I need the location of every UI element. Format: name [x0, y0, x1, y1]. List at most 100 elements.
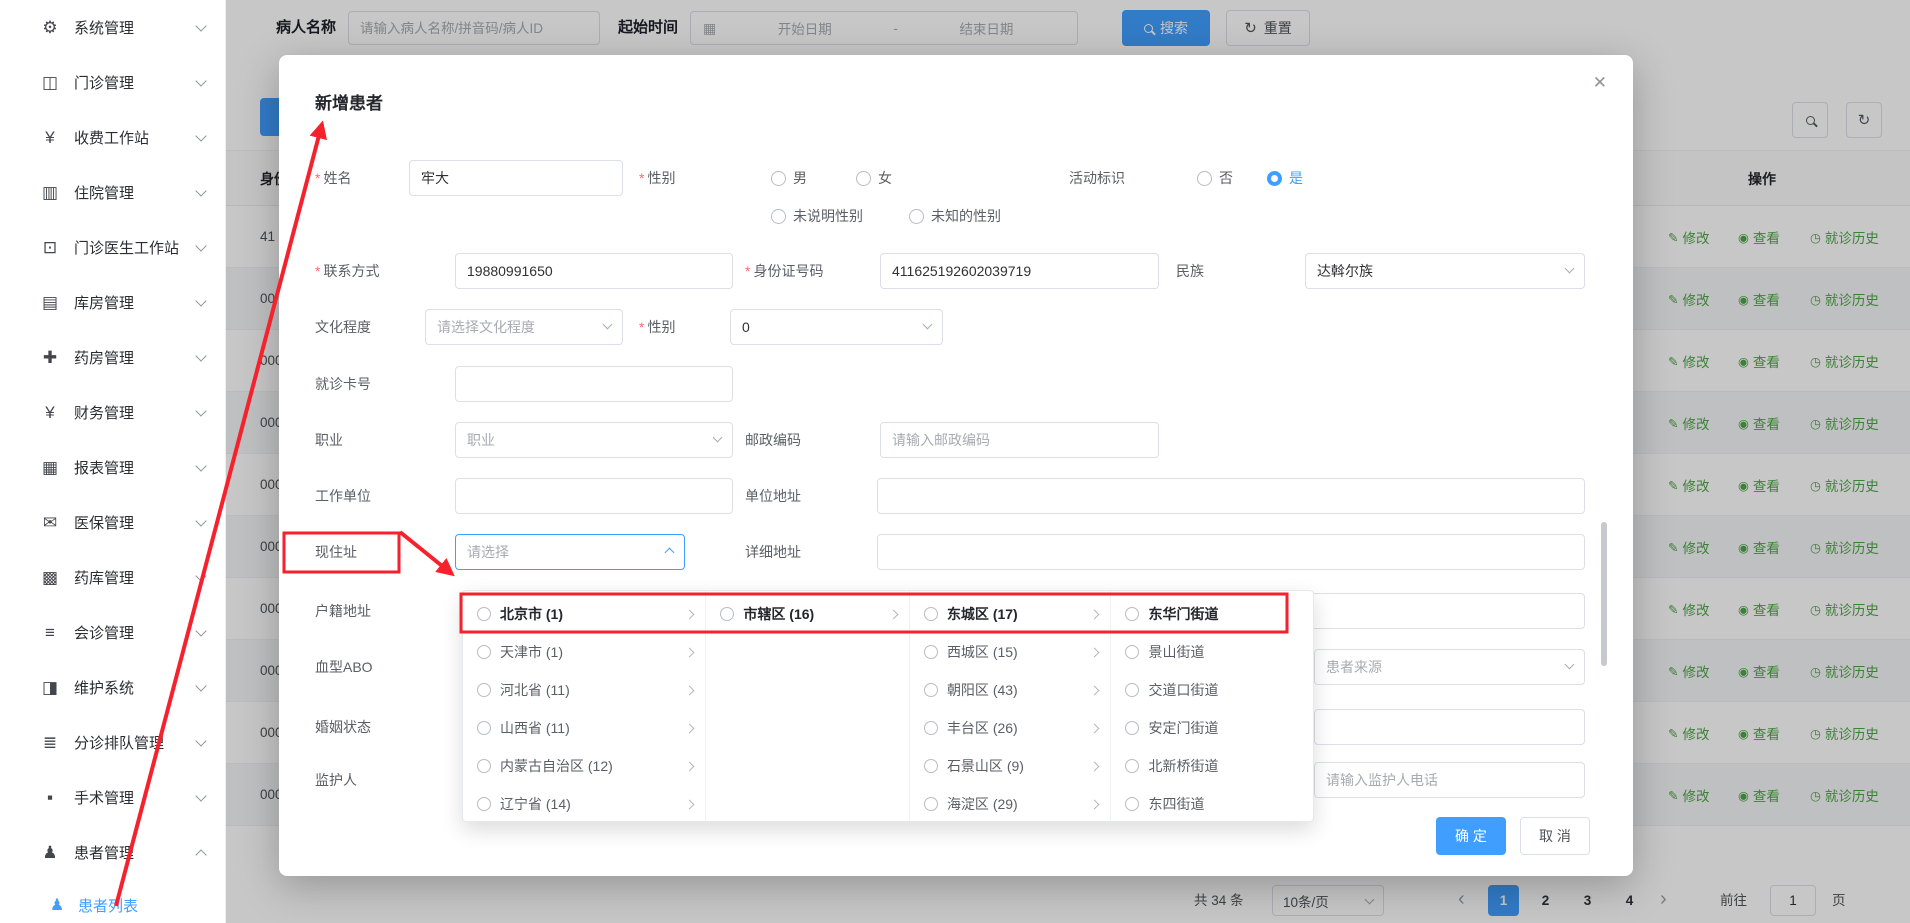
sidebar-item-triage-queue-management[interactable]: ≣ 分诊排队管理 [0, 715, 225, 770]
radio-icon [477, 721, 491, 735]
cascader-option-label: 天津市 (1) [500, 642, 677, 662]
cancel-button-label: 取 消 [1539, 826, 1571, 846]
sidebar-item-surgery-management[interactable]: ▪ 手术管理 [0, 770, 225, 825]
label-text: 现住址 [315, 544, 357, 560]
sidebar-item-consultation-management[interactable]: ≡ 会诊管理 [0, 605, 225, 660]
chevron-down-icon [195, 295, 206, 306]
detail-address-input[interactable] [877, 534, 1585, 570]
patient-source-select[interactable]: 患者来源 [1314, 649, 1585, 685]
radio-icon [924, 645, 938, 659]
gender-select[interactable]: 0 [730, 309, 943, 345]
cascader-option-shijingshan[interactable]: 石景山区 (9) [910, 747, 1111, 785]
cascader-option-fengtai[interactable]: 丰台区 (26) [910, 709, 1111, 747]
cascader-option-jingshan[interactable]: 景山街道 [1111, 633, 1313, 671]
postal-code-input[interactable] [880, 422, 1159, 458]
select-value: 0 [742, 319, 750, 335]
sidebar-item-label: 收费工作站 [74, 127, 189, 148]
sidebar-item-pharmacy-management[interactable]: ✚ 药房管理 [0, 330, 225, 385]
gender-radio-male[interactable]: 男 [771, 160, 807, 196]
label-text: 姓名 [323, 170, 351, 186]
chevron-right-icon [1090, 761, 1100, 771]
cascader-option-label: 石景山区 (9) [947, 756, 1083, 776]
confirm-button[interactable]: 确 定 [1436, 817, 1506, 855]
visit-card-input[interactable] [455, 366, 733, 402]
label-text: 活动标识 [1069, 170, 1125, 186]
cascader-option-label: 内蒙古自治区 (12) [500, 756, 677, 776]
cascader-option-donghuamen[interactable]: 东华门街道 [1111, 595, 1313, 633]
guardian-phone-input[interactable] [1314, 762, 1585, 798]
sidebar-item-outpatient-doctor-workstation[interactable]: ⊡ 门诊医生工作站 [0, 220, 225, 275]
sidebar-item-warehouse-management[interactable]: ▤ 库房管理 [0, 275, 225, 330]
gender-radio-unknown[interactable]: 未知的性别 [909, 198, 1001, 234]
sidebar-item-outpatient-management[interactable]: ◫ 门诊管理 [0, 55, 225, 110]
gender-field-label: *性别 [639, 160, 675, 196]
marital-status-input[interactable] [1314, 709, 1585, 745]
select-placeholder: 请选择文化程度 [437, 317, 535, 337]
select-placeholder: 患者来源 [1326, 657, 1382, 677]
cascader-option-inner-mongolia[interactable]: 内蒙古自治区 (12) [463, 747, 705, 785]
gender-radio-female[interactable]: 女 [856, 160, 892, 196]
label-text: 性别 [647, 170, 675, 186]
gender-radio-unspecified[interactable]: 未说明性别 [771, 198, 863, 234]
current-address-cascader[interactable]: 请选择 [455, 534, 685, 570]
charging-yen-icon: ¥ [38, 128, 62, 148]
cascader-option-xicheng[interactable]: 西城区 (15) [910, 633, 1111, 671]
cascader-option-haidian[interactable]: 海淀区 (29) [910, 785, 1111, 821]
unit-address-input[interactable] [877, 478, 1585, 514]
radio-icon [924, 721, 938, 735]
cascader-option-label: 辽宁省 (14) [500, 794, 677, 814]
modal-scrollbar[interactable] [1601, 522, 1607, 666]
cascader-option-shixiaqu[interactable]: 市辖区 (16) [706, 595, 909, 633]
sidebar-item-patient-list[interactable]: ♟ 患者列表 [0, 880, 225, 923]
ethnicity-select[interactable]: 达斡尔族 [1305, 253, 1585, 289]
chevron-right-icon [1090, 609, 1100, 619]
contact-input[interactable] [455, 253, 733, 289]
name-field-label: *姓名 [315, 160, 351, 196]
patient-list-icon: ♟ [46, 895, 68, 915]
name-input[interactable] [409, 160, 623, 196]
radio-icon [720, 607, 734, 621]
sidebar-item-label: 财务管理 [74, 402, 189, 423]
radio-label: 未知的性别 [931, 206, 1001, 226]
sidebar-item-drug-storage-management[interactable]: ▩ 药库管理 [0, 550, 225, 605]
cascader-option-shanxi[interactable]: 山西省 (11) [463, 709, 705, 747]
cascader-option-jiaodaokou[interactable]: 交道口街道 [1111, 671, 1313, 709]
education-select[interactable]: 请选择文化程度 [425, 309, 623, 345]
sidebar-item-report-management[interactable]: ▦ 报表管理 [0, 440, 225, 495]
label-text: 监护人 [315, 772, 357, 788]
cascader-option-chaoyang[interactable]: 朝阳区 (43) [910, 671, 1111, 709]
cascader-option-beijing[interactable]: 北京市 (1) [463, 595, 705, 633]
required-marker: * [315, 263, 320, 279]
close-icon[interactable]: ✕ [1593, 73, 1607, 93]
label-text: 婚姻状态 [315, 719, 371, 735]
sidebar-item-charging-workstation[interactable]: ¥ 收费工作站 [0, 110, 225, 165]
chevron-down-icon [923, 320, 933, 330]
cascader-option-dongsi[interactable]: 东四街道 [1111, 785, 1313, 821]
id-number-input[interactable] [880, 253, 1159, 289]
cascader-option-tianjin[interactable]: 天津市 (1) [463, 633, 705, 671]
occupation-select[interactable]: 职业 [455, 422, 733, 458]
sidebar-item-inpatient-management[interactable]: ▥ 住院管理 [0, 165, 225, 220]
cascader-option-label: 西城区 (15) [947, 642, 1083, 662]
sidebar-item-label: 药房管理 [74, 347, 189, 368]
sidebar-item-maintenance-system[interactable]: ◨ 维护系统 [0, 660, 225, 715]
cascader-option-hebei[interactable]: 河北省 (11) [463, 671, 705, 709]
work-unit-input[interactable] [455, 478, 733, 514]
active-flag-radio-no[interactable]: 否 [1197, 160, 1233, 196]
cascader-option-andingmen[interactable]: 安定门街道 [1111, 709, 1313, 747]
radio-icon [477, 683, 491, 697]
cancel-button[interactable]: 取 消 [1520, 817, 1590, 855]
required-marker: * [639, 319, 644, 335]
sidebar-item-finance-management[interactable]: ¥ 财务管理 [0, 385, 225, 440]
active-flag-radio-yes[interactable]: 是 [1267, 160, 1303, 196]
sidebar-item-medical-insurance-management[interactable]: ✉ 医保管理 [0, 495, 225, 550]
education-field-label: 文化程度 [315, 309, 371, 345]
cascader-option-dongcheng[interactable]: 东城区 (17) [910, 595, 1111, 633]
cascader-option-label: 交道口街道 [1148, 680, 1303, 700]
sidebar-item-patient-management[interactable]: ♟ 患者管理 [0, 825, 225, 880]
chevron-down-icon [195, 570, 206, 581]
cascader-option-beixinqiao[interactable]: 北新桥街道 [1111, 747, 1313, 785]
radio-icon [477, 607, 491, 621]
cascader-option-liaoning[interactable]: 辽宁省 (14) [463, 785, 705, 821]
sidebar-item-system-management[interactable]: ⚙ 系统管理 [0, 0, 225, 55]
